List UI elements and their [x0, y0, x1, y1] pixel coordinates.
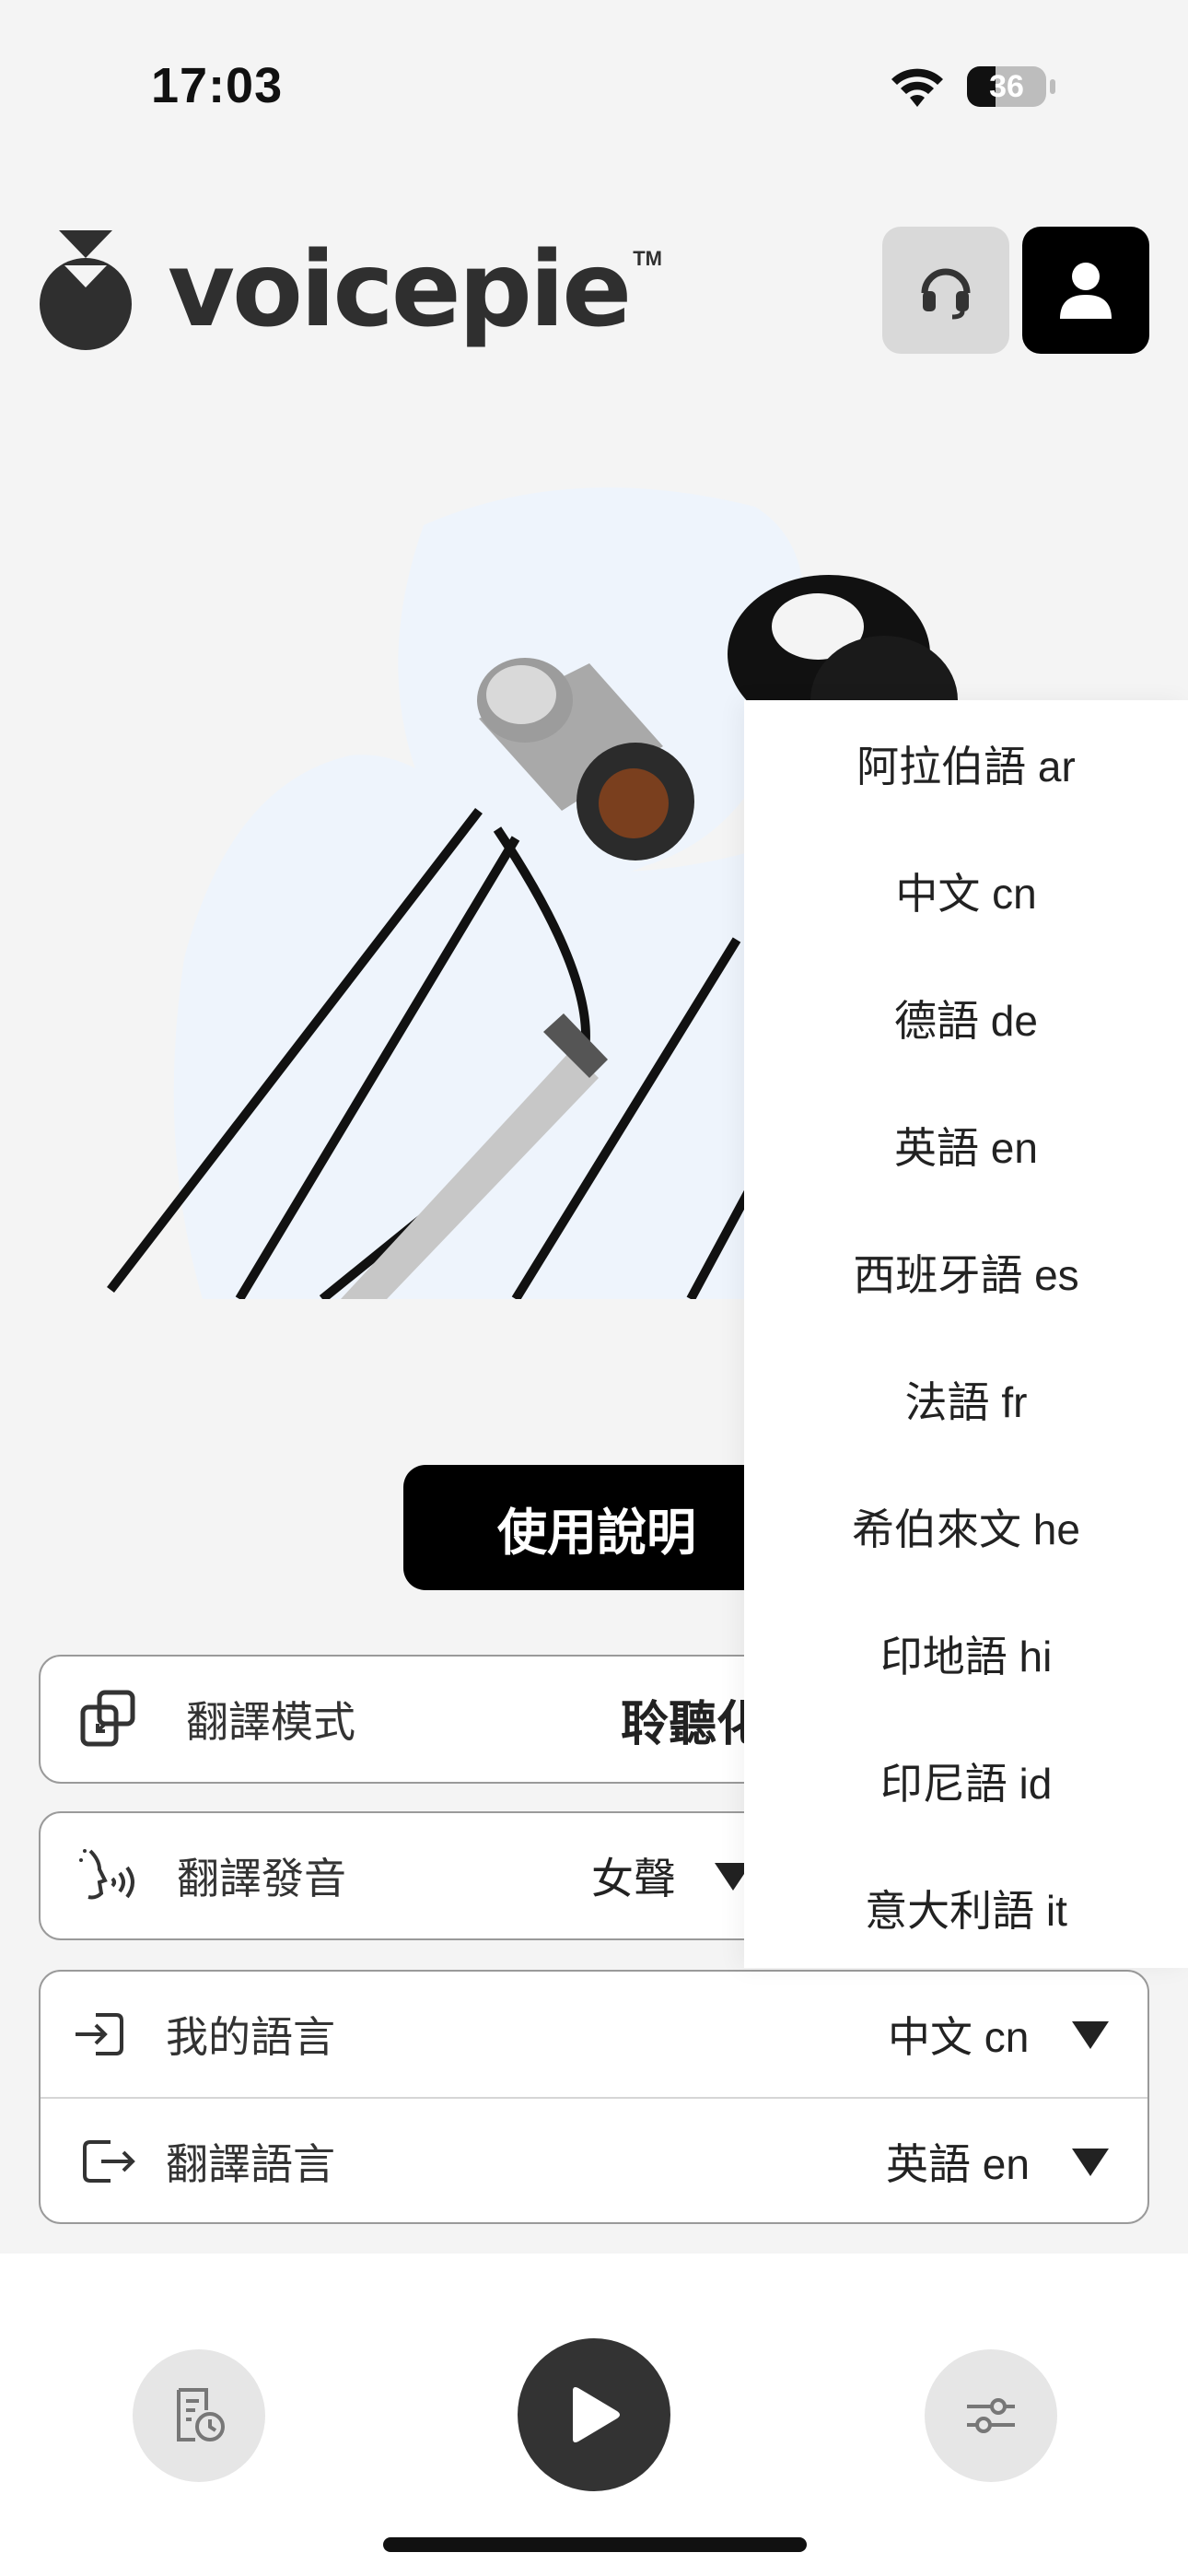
history-button[interactable]: [133, 2349, 265, 2482]
translation-mode-value: 聆聽化: [621, 1697, 765, 1751]
history-icon: [177, 2388, 225, 2441]
translation-mode-label: 翻譯模式: [186, 1698, 355, 1746]
support-button[interactable]: [882, 227, 1009, 354]
exit-icon: [83, 2140, 135, 2183]
chevron-down-icon: [1072, 2021, 1109, 2049]
target-language-row[interactable]: 翻譯語言 英語 en: [41, 2099, 1147, 2224]
chevron-down-icon: [1072, 2149, 1109, 2176]
play-icon: [573, 2387, 620, 2442]
bottom-toolbar: [0, 2254, 1188, 2576]
logo-mark-icon: [40, 230, 132, 350]
trademark: TM: [633, 247, 662, 270]
language-option[interactable]: 印地語 hi: [744, 1590, 1188, 1717]
brand-logo: voicepie TM: [37, 230, 662, 350]
language-option[interactable]: 英語 en: [744, 1082, 1188, 1209]
target-language-label: 翻譯語言: [166, 2140, 335, 2188]
my-language-value: 中文 cn: [888, 2013, 1030, 2061]
my-language-label: 我的語言: [166, 2013, 335, 2061]
brand-name: voicepie: [168, 230, 632, 350]
my-language-row[interactable]: 我的語言 中文 cn: [41, 1972, 1147, 2097]
enter-icon: [76, 2013, 123, 2055]
language-option[interactable]: 意大利語 it: [744, 1844, 1188, 1972]
instructions-button[interactable]: 使用說明: [403, 1465, 790, 1590]
language-option[interactable]: 中文 cn: [744, 827, 1188, 954]
sliders-icon: [967, 2398, 1015, 2433]
home-indicator: [383, 2537, 807, 2552]
language-option[interactable]: 法語 fr: [744, 1336, 1188, 1463]
battery-nub: [1050, 79, 1055, 94]
settings-button[interactable]: [925, 2349, 1057, 2482]
language-option[interactable]: 希伯來文 he: [744, 1463, 1188, 1590]
language-option[interactable]: 德語 de: [744, 954, 1188, 1082]
language-dropdown-menu: 阿拉伯語 ar 中文 cn 德語 de 英語 en 西班牙語 es 法語 fr …: [744, 700, 1188, 1968]
translation-voice-value: 女聲: [591, 1855, 676, 1903]
language-option[interactable]: 阿拉伯語 ar: [744, 700, 1188, 827]
translation-voice-label: 翻譯發音: [177, 1855, 346, 1903]
wifi-icon: [891, 68, 943, 107]
language-settings-card: 我的語言 中文 cn 翻譯語言 英語 en: [39, 1970, 1149, 2224]
battery-level: 36: [989, 68, 1024, 104]
account-button[interactable]: [1022, 227, 1149, 354]
language-option[interactable]: 西班牙語 es: [744, 1209, 1188, 1336]
user-icon: [1060, 263, 1112, 319]
mode-switch-icon: [80, 1690, 135, 1747]
status-time: 17:03: [151, 58, 284, 113]
language-option[interactable]: 印尼語 id: [744, 1717, 1188, 1844]
speaking-voice-icon: [79, 1849, 134, 1900]
headset-icon: [921, 268, 971, 320]
play-button[interactable]: [518, 2338, 670, 2491]
battery-indicator: 36: [967, 66, 1046, 107]
status-bar: 17:03 36: [0, 0, 1188, 175]
target-language-value: 英語 en: [886, 2140, 1030, 2188]
